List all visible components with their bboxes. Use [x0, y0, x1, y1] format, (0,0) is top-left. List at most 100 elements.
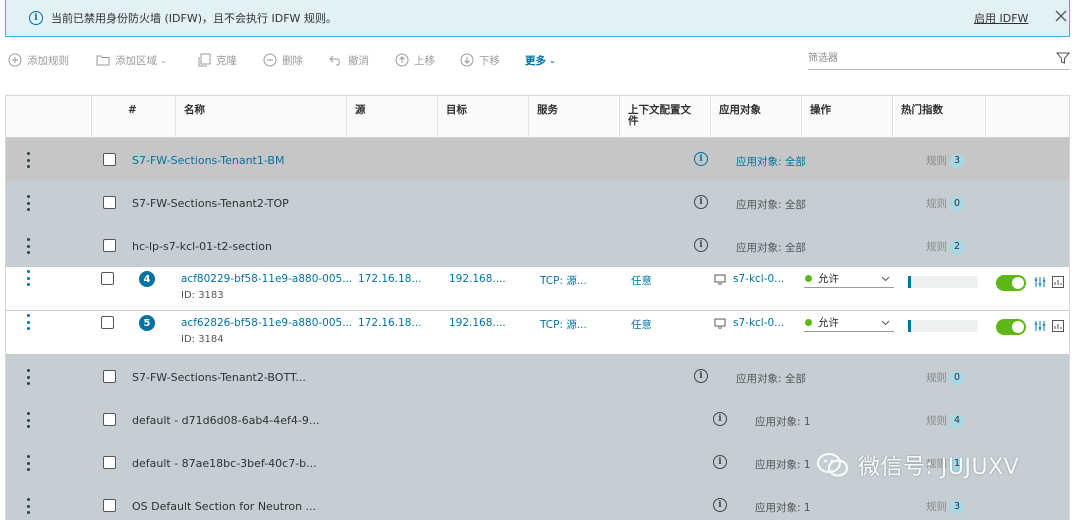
clone-button[interactable]: 克隆: [197, 48, 237, 72]
header-name[interactable]: 名称: [175, 96, 346, 138]
header-applied-to[interactable]: 应用对象: [710, 96, 801, 138]
rule-context-profile[interactable]: 任意: [631, 273, 652, 288]
action-label: 允许: [818, 273, 839, 285]
rule-row[interactable]: 5 acf62826-bf58-11e9-a880-005... ID: 318…: [6, 311, 1069, 355]
count-badge: 4: [950, 413, 964, 428]
toggle-knob: [1012, 321, 1024, 333]
section-applied-to: 应用对象: 1: [755, 502, 811, 514]
info-icon[interactable]: i: [713, 498, 727, 512]
rule-service[interactable]: TCP: 源...: [540, 273, 587, 288]
header-context-profile[interactable]: 上下文配置文件: [619, 96, 710, 138]
kebab-menu-icon[interactable]: [27, 412, 31, 428]
row-checkbox[interactable]: [103, 413, 116, 426]
rule-context-profile[interactable]: 任意: [631, 317, 652, 332]
header-source[interactable]: 源: [346, 96, 437, 138]
rules-label: 规则: [926, 241, 947, 253]
info-icon[interactable]: i: [694, 369, 708, 383]
banner-message: 当前已禁用身份防火墙 (IDFW)，且不会执行 IDFW 规则。: [51, 12, 337, 25]
delete-button[interactable]: 删除: [263, 48, 303, 72]
info-icon[interactable]: i: [713, 412, 727, 426]
rules-label: 规则: [926, 198, 947, 210]
close-icon[interactable]: [1052, 7, 1070, 25]
section-applied-to[interactable]: 应用对象: 全部: [736, 154, 806, 169]
action-select[interactable]: 允许: [804, 270, 894, 288]
move-up-button[interactable]: 上移: [395, 48, 435, 72]
delete-label: 删除: [282, 54, 303, 67]
section-name[interactable]: S7-FW-Sections-Tenant1-BM: [132, 154, 284, 167]
move-down-button[interactable]: 下移: [460, 48, 500, 72]
filter-box: [808, 48, 1070, 70]
rule-target[interactable]: 192.168....: [449, 317, 506, 329]
rule-source[interactable]: 172.16.18...: [358, 317, 421, 329]
rule-applied-to[interactable]: s7-kcl-0...: [733, 317, 784, 329]
rule-number-badge: 4: [139, 271, 155, 287]
clone-label: 克隆: [216, 54, 237, 67]
filter-input[interactable]: [808, 48, 1038, 68]
row-checkbox[interactable]: [103, 499, 116, 512]
chart-icon[interactable]: [1052, 320, 1064, 332]
row-checkbox[interactable]: [103, 370, 116, 383]
chevron-down-icon: [881, 320, 890, 326]
row-checkbox[interactable]: [101, 316, 114, 329]
header-target[interactable]: 目标: [437, 96, 528, 138]
section-applied-to: 应用对象: 1: [755, 416, 811, 428]
enable-idfw-link[interactable]: 启用 IDFW: [974, 10, 1028, 26]
settings-sliders-icon[interactable]: [1034, 320, 1046, 332]
kebab-menu-icon[interactable]: [27, 152, 31, 168]
kebab-menu-icon[interactable]: [27, 314, 31, 330]
row-checkbox[interactable]: [103, 239, 116, 252]
kebab-menu-icon[interactable]: [27, 498, 31, 514]
count-badge: 2: [950, 239, 964, 254]
rule-enabled-toggle[interactable]: [996, 319, 1026, 335]
rule-target[interactable]: 192.168....: [449, 273, 506, 285]
kebab-menu-icon[interactable]: [27, 238, 31, 254]
info-icon[interactable]: i: [694, 152, 708, 166]
add-rule-button[interactable]: 添加规则: [8, 48, 69, 72]
chart-icon[interactable]: [1052, 276, 1064, 288]
action-label: 允许: [818, 317, 839, 329]
move-down-label: 下移: [479, 54, 500, 67]
section-row[interactable]: S7-FW-Sections-Tenant1-BM i 应用对象: 全部 规则 3: [6, 138, 1069, 181]
section-name: S7-FW-Sections-Tenant2-TOP: [132, 197, 289, 210]
info-icon[interactable]: i: [694, 195, 708, 209]
count-badge: 3: [950, 499, 964, 514]
undo-button[interactable]: 撤消: [329, 48, 369, 72]
info-icon[interactable]: i: [694, 238, 708, 252]
count-badge: 3: [950, 153, 964, 168]
funnel-icon[interactable]: [1056, 51, 1070, 65]
rule-row[interactable]: 4 acf80229-bf58-11e9-a880-005... ID: 318…: [6, 267, 1069, 311]
add-section-button[interactable]: 添加区域 ⌄: [96, 48, 167, 72]
rule-applied-to[interactable]: s7-kcl-0...: [733, 273, 784, 285]
kebab-menu-icon[interactable]: [27, 195, 31, 211]
action-select[interactable]: 允许: [804, 314, 894, 332]
settings-sliders-icon[interactable]: [1034, 276, 1046, 288]
rule-source[interactable]: 172.16.18...: [358, 273, 421, 285]
header-action[interactable]: 操作: [801, 96, 892, 138]
section-row[interactable]: S7-FW-Sections-Tenant2-TOP i 应用对象: 全部 规则…: [6, 181, 1069, 224]
section-rule-count: 规则 4: [926, 413, 964, 428]
header-hash: #: [91, 96, 175, 138]
rule-enabled-toggle[interactable]: [996, 275, 1026, 291]
rule-name[interactable]: acf80229-bf58-11e9-a880-005...: [181, 273, 352, 285]
section-row[interactable]: default - d71d6d08-6ab4-4ef4-9... i 应用对象…: [6, 398, 1069, 441]
row-checkbox[interactable]: [101, 272, 114, 285]
row-checkbox[interactable]: [103, 196, 116, 209]
section-row[interactable]: OS Default Section for Neutron ... i 应用对…: [6, 484, 1069, 520]
info-icon[interactable]: i: [713, 455, 727, 469]
header-hit-count[interactable]: 热门指数: [892, 96, 985, 138]
more-menu-button[interactable]: 更多 ⌄: [525, 48, 556, 72]
section-row[interactable]: S7-FW-Sections-Tenant2-BOTT... i 应用对象: 全…: [6, 355, 1069, 398]
row-checkbox[interactable]: [103, 456, 116, 469]
kebab-menu-icon[interactable]: [27, 455, 31, 471]
section-row[interactable]: hc-lp-s7-kcl-01-t2-section i 应用对象: 全部 规则…: [6, 224, 1069, 267]
header-service[interactable]: 服务: [528, 96, 619, 138]
rules-label: 规则: [926, 501, 947, 513]
rule-name[interactable]: acf62826-bf58-11e9-a880-005...: [181, 317, 352, 329]
row-checkbox[interactable]: [103, 153, 116, 166]
kebab-menu-icon[interactable]: [27, 270, 31, 286]
arrow-up-circle-icon: [395, 53, 409, 67]
move-up-label: 上移: [414, 54, 435, 67]
rule-service[interactable]: TCP: 源...: [540, 317, 587, 332]
kebab-menu-icon[interactable]: [27, 369, 31, 385]
count-badge: 0: [950, 370, 964, 385]
